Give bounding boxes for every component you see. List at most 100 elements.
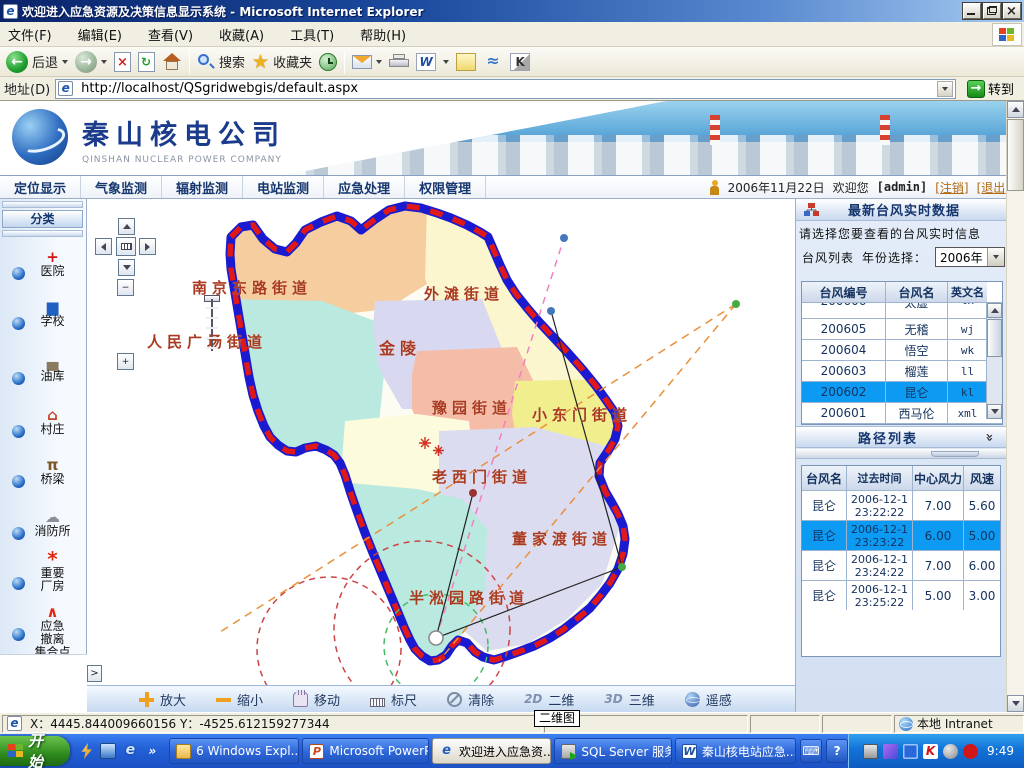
tray-volume-icon[interactable] — [943, 744, 958, 759]
scroll-down-button[interactable] — [987, 404, 1002, 419]
menu-view[interactable]: 查看(V) — [148, 25, 193, 44]
edit-dropdown-icon[interactable] — [443, 60, 449, 64]
view-3d-tool[interactable]: 3D三维 — [604, 690, 654, 709]
quicklaunch-lightning-icon[interactable] — [78, 743, 94, 759]
collapse-chevron-icon[interactable] — [981, 433, 996, 441]
taskbar-window-current[interactable]: 欢迎进入应急资... — [432, 738, 551, 764]
exit-link[interactable]: [退出] — [977, 179, 1010, 196]
clock[interactable]: 9:49 — [987, 744, 1014, 758]
path-row[interactable]: 昆仑 2006-12-1 23:24:22 7.00 6.00 — [802, 551, 1000, 581]
close-button[interactable] — [1003, 3, 1021, 19]
print-button[interactable] — [389, 54, 409, 69]
messenger-button[interactable] — [483, 53, 503, 71]
sidebar-item-hospital[interactable]: + 医院 — [0, 249, 87, 278]
clear-tool[interactable]: 清除 — [447, 690, 494, 709]
sidebar-item-key-buildings[interactable]: * 重要 厂房 — [0, 551, 87, 593]
tray-grid-icon[interactable] — [903, 744, 918, 759]
typhoon-table-scrollbar[interactable] — [986, 303, 1002, 419]
zoom-in-small-button[interactable]: + — [117, 353, 134, 370]
zoom-out-tool[interactable]: 缩小 — [216, 690, 263, 709]
typhoon-row[interactable]: 200604 悟空 wk — [802, 340, 1002, 361]
tray-antivirus-icon[interactable] — [923, 744, 938, 759]
quicklaunch-desktop-icon[interactable] — [100, 743, 116, 759]
year-select-dropdown[interactable] — [987, 248, 1004, 266]
refresh-button[interactable] — [138, 52, 155, 72]
tray-media-icon[interactable] — [883, 744, 898, 759]
scroll-thumb[interactable] — [1007, 119, 1024, 191]
sidebar-strip[interactable] — [2, 201, 83, 208]
typhoon-row[interactable]: 200606 太虚 tx — [802, 303, 1002, 319]
panel-splitter[interactable] — [796, 449, 1007, 459]
scroll-up-button[interactable] — [1007, 101, 1024, 118]
mail-dropdown-icon[interactable] — [376, 60, 382, 64]
ruler-tool[interactable]: 标尺 — [370, 690, 417, 709]
url-dropdown-button[interactable] — [937, 81, 953, 97]
typhoon-row[interactable]: 200603 榴莲 ll — [802, 361, 1002, 382]
sidebar-item-school[interactable]: ▆ 学校 — [0, 299, 87, 328]
pan-down-button[interactable] — [118, 259, 135, 276]
tray-ati-icon[interactable] — [963, 744, 978, 759]
tray-server-icon[interactable] — [863, 744, 878, 759]
sidebar-strip[interactable] — [2, 230, 83, 237]
typhoon-row-selected[interactable]: 200602 昆仑 kl — [802, 382, 1002, 403]
back-button[interactable]: ← 后退 — [6, 51, 68, 73]
go-button[interactable]: 转到 — [961, 79, 1020, 99]
restore-button[interactable] — [983, 3, 1001, 19]
path-list-header[interactable]: 路径列表 — [796, 426, 1007, 448]
path-row-selected[interactable]: 昆仑 2006-12-1 23:23:22 6.00 5.00 — [802, 521, 1000, 551]
addon-k-button[interactable] — [510, 53, 530, 71]
logout-link[interactable]: [注销] — [935, 179, 968, 196]
quicklaunch-ie-icon[interactable] — [122, 743, 138, 759]
sidebar-item-bridge[interactable]: π 桥梁 — [0, 457, 87, 486]
pan-tool[interactable]: 移动 — [293, 690, 340, 709]
nav-tab-station[interactable]: 电站监测 — [243, 176, 324, 198]
menu-file[interactable]: 文件(F) — [8, 25, 52, 44]
mail-button[interactable] — [352, 55, 382, 69]
sidebar-expand-button[interactable] — [87, 665, 102, 682]
discuss-button[interactable] — [456, 53, 476, 71]
path-row[interactable]: 昆仑 2006-12-1 23:22:22 7.00 5.60 — [802, 491, 1000, 521]
zoom-out-small-button[interactable]: − — [117, 279, 134, 296]
search-button[interactable]: 搜索 — [197, 52, 245, 71]
nav-tab-emergency[interactable]: 应急处理 — [324, 176, 405, 198]
scroll-up-button[interactable] — [987, 303, 1002, 318]
splitter-grip[interactable] — [931, 451, 979, 457]
taskbar-window-explorer-group[interactable]: 6 Windows Expl... — [169, 738, 299, 764]
forward-dropdown-icon[interactable] — [101, 60, 107, 64]
typhoon-row[interactable]: 200601 西马伦 xml — [802, 403, 1002, 424]
nav-tab-radiation[interactable]: 辐射监测 — [162, 176, 243, 198]
scroll-thumb[interactable] — [987, 319, 1002, 357]
remote-sensing-tool[interactable]: 遥感 — [685, 690, 732, 709]
path-row[interactable]: 昆仑 2006-12-1 23:25:22 5.00 3.00 — [802, 581, 1000, 610]
pan-left-button[interactable] — [95, 238, 112, 255]
sidebar-item-village[interactable]: ⌂ 村庄 — [0, 407, 87, 436]
pan-up-button[interactable] — [118, 218, 135, 235]
favorites-button[interactable]: 收藏夹 — [252, 52, 312, 71]
nav-tab-location[interactable]: 定位显示 — [0, 176, 81, 198]
menu-edit[interactable]: 编辑(E) — [78, 25, 122, 44]
typhoon-row[interactable]: 200605 无稽 wj — [802, 319, 1002, 340]
page-scrollbar[interactable] — [1006, 101, 1024, 712]
sidebar-item-fire-station[interactable]: ☁ 消防所 — [0, 509, 87, 538]
district-map[interactable] — [87, 199, 795, 685]
history-button[interactable] — [319, 53, 337, 71]
taskbar-window-powerpoint[interactable]: Microsoft PowerP... — [302, 738, 429, 764]
year-select[interactable]: 2006年 — [935, 247, 1005, 267]
minimize-button[interactable] — [963, 3, 981, 19]
forward-button[interactable]: → — [75, 51, 107, 73]
url-field[interactable]: http://localhost/QSgridwebgis/default.as… — [55, 79, 956, 99]
nav-tab-weather[interactable]: 气象监测 — [81, 176, 162, 198]
back-dropdown-icon[interactable] — [62, 60, 68, 64]
sidebar-item-assembly-point[interactable]: ∧ 应急 撤离 集合点 — [0, 604, 87, 659]
map-area[interactable]: 南京东路街道 外滩街道 人民广场街道 金陵 豫园街道 小东门街道 老西门街道 董… — [87, 199, 795, 712]
taskbar-window-word[interactable]: 秦山核电站应急... — [675, 738, 796, 764]
start-button[interactable]: 开始 — [0, 736, 70, 766]
sidebar-item-oil-depot[interactable]: ▄ 油库 — [0, 354, 87, 383]
pan-right-button[interactable] — [139, 238, 156, 255]
zoom-in-tool[interactable]: 放大 — [139, 690, 186, 709]
menu-help[interactable]: 帮助(H) — [360, 25, 406, 44]
view-2d-tool[interactable]: 2D二维 — [524, 690, 574, 709]
menu-tools[interactable]: 工具(T) — [290, 25, 334, 44]
taskbar-window-sqlserver[interactable]: SQL Server 服务... — [554, 738, 672, 764]
quicklaunch-more-icon[interactable] — [148, 744, 156, 758]
